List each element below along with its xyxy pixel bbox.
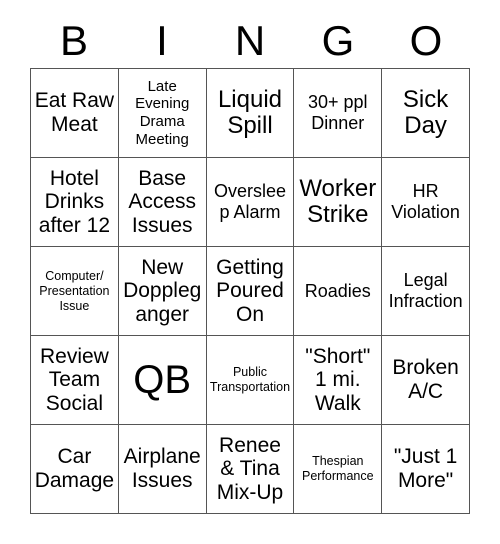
header-letter-n: N xyxy=(234,17,266,64)
bingo-cell-label: "Just 1 More" xyxy=(393,445,458,492)
bingo-cell-label: 30+ ppl Dinner xyxy=(308,92,368,133)
bingo-cell[interactable]: Eat Raw Meat xyxy=(31,69,119,158)
bingo-cell[interactable]: "Short" 1 mi. Walk xyxy=(294,336,383,425)
bingo-cell[interactable]: Liquid Spill xyxy=(206,69,295,158)
bingo-cell[interactable]: Hotel Drinks after 12 xyxy=(31,158,119,247)
bingo-cell[interactable]: Airplane Issues xyxy=(118,425,207,514)
bingo-cell-label: New Doppleganger xyxy=(123,255,202,326)
bingo-cell-label: Late Evening Drama Meeting xyxy=(135,77,190,148)
bingo-cell-label: QB xyxy=(133,358,192,402)
header-letter-g: G xyxy=(321,17,355,64)
bingo-cell[interactable]: Computer/ Presentation Issue xyxy=(31,247,119,336)
bingo-cell[interactable]: Public Transportation xyxy=(206,336,295,425)
bingo-cell[interactable]: HR Violation xyxy=(382,158,470,247)
bingo-cell-label: Sick Day xyxy=(402,85,449,139)
bingo-cell[interactable]: Base Access Issues xyxy=(118,158,207,247)
bingo-cell-label: HR Violation xyxy=(391,181,460,222)
bingo-cell-label: Roadies xyxy=(304,280,371,301)
bingo-cell[interactable]: Oversleep Alarm xyxy=(206,158,295,247)
bingo-grid: Eat Raw Meat Late Evening Drama Meeting Li… xyxy=(30,68,470,514)
bingo-cell-label: Review Team Social xyxy=(39,344,109,415)
bingo-cell-label: Hotel Drinks after 12 xyxy=(38,166,110,237)
bingo-cell[interactable]: Renee & Tina Mix-Up xyxy=(206,425,295,514)
bingo-cell[interactable]: New Doppleganger xyxy=(118,247,207,336)
bingo-cell-label: Thespian Performance xyxy=(302,454,374,483)
bingo-cell-label: Computer/ Presentation Issue xyxy=(39,268,110,313)
bingo-cell[interactable]: "Just 1 More" xyxy=(382,425,470,514)
bingo-cell-label: Base Access Issues xyxy=(128,166,197,237)
header-letter-o: O xyxy=(409,17,443,64)
bingo-cell-label: Oversleep Alarm xyxy=(213,181,286,222)
bingo-cell[interactable]: Roadies xyxy=(294,247,383,336)
bingo-cell-label: Getting Poured On xyxy=(216,255,284,326)
bingo-cell-label: Legal Infraction xyxy=(388,270,463,311)
bingo-cell[interactable]: Worker Strike xyxy=(294,158,383,247)
bingo-header-row: B I N G O xyxy=(30,14,470,68)
bingo-cell[interactable]: Legal Infraction xyxy=(382,247,470,336)
bingo-cell-label: Liquid Spill xyxy=(217,85,283,139)
bingo-cell-label: Worker Strike xyxy=(299,174,377,228)
bingo-cell[interactable]: Broken A/C xyxy=(382,336,470,425)
header-letter-i: I xyxy=(156,17,168,64)
bingo-card: B I N G O Eat Raw Meat Late Evening Drama… xyxy=(0,0,500,544)
bingo-cell[interactable]: Late Evening Drama Meeting xyxy=(118,69,207,158)
bingo-cell[interactable]: Getting Poured On xyxy=(206,247,295,336)
bingo-cell-label: "Short" 1 mi. Walk xyxy=(305,344,371,415)
bingo-cell[interactable]: 30+ ppl Dinner xyxy=(294,69,383,158)
bingo-cell[interactable]: Car Damage xyxy=(31,425,119,514)
bingo-cell[interactable]: QB xyxy=(118,336,207,425)
bingo-cell-label: Car Damage xyxy=(34,445,115,492)
bingo-cell[interactable]: Sick Day xyxy=(382,69,470,158)
bingo-cell-label: Renee & Tina Mix-Up xyxy=(216,433,284,504)
bingo-cell-label: Public Transportation xyxy=(209,365,291,394)
bingo-cell-label: Broken A/C xyxy=(392,356,459,403)
header-letter-b: B xyxy=(59,17,88,64)
bingo-cell-label: Eat Raw Meat xyxy=(34,89,115,136)
bingo-cell[interactable]: Review Team Social xyxy=(31,336,119,425)
bingo-cell-label: Airplane Issues xyxy=(123,445,201,492)
bingo-cell[interactable]: Thespian Performance xyxy=(294,425,383,514)
